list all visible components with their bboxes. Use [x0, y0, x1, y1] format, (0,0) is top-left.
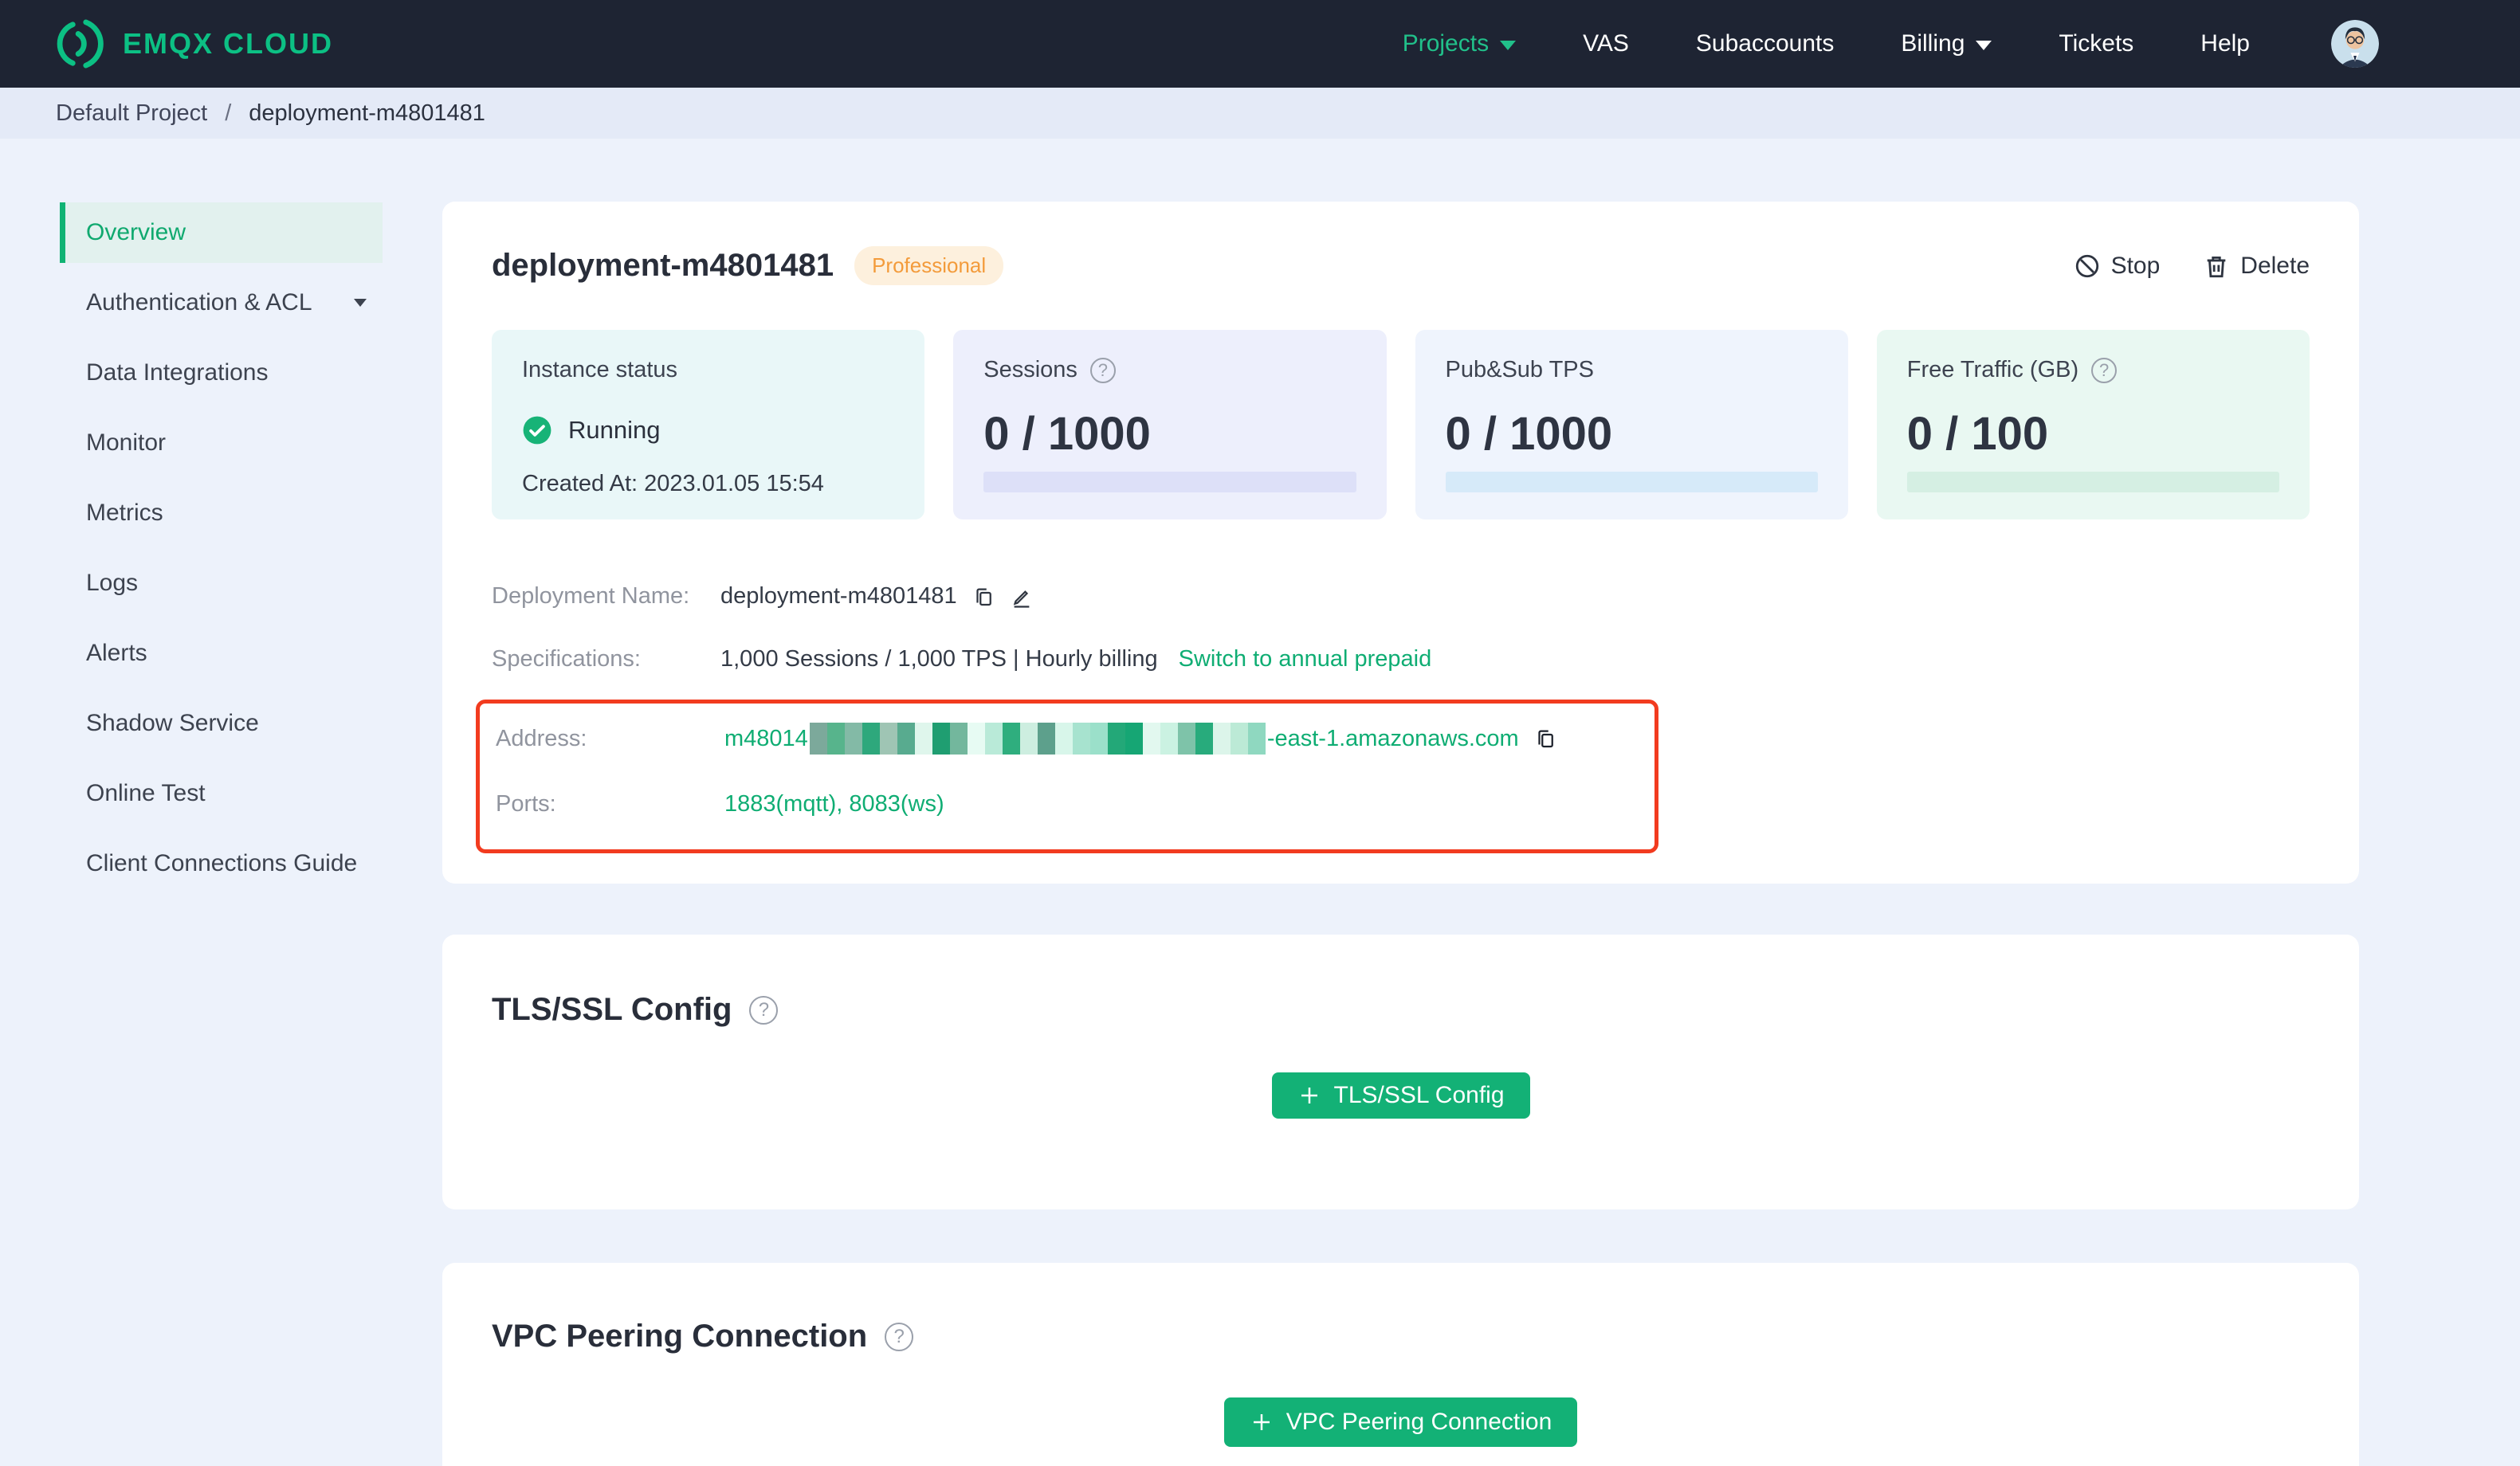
- sessions-progress-bar: [983, 472, 1356, 492]
- add-tls-ssl-config-button[interactable]: TLS/SSL Config: [1271, 1072, 1530, 1119]
- help-icon[interactable]: ?: [1089, 357, 1116, 383]
- ports-value: 1883(mqtt), 8083(ws): [724, 791, 944, 817]
- stat-label: Sessions: [983, 357, 1077, 382]
- specifications-label: Specifications:: [492, 646, 641, 672]
- nav-menu: Projects VAS Subaccounts Billing Tickets…: [1403, 20, 2379, 68]
- address-label: Address:: [496, 725, 587, 751]
- address-annotation-box: Address: m48014 -east-1.amazonaws.com Po…: [476, 700, 1658, 853]
- sessions-card: Sessions ? 0 / 1000: [953, 330, 1387, 519]
- page-title: deployment-m4801481: [492, 248, 834, 283]
- chevron-down-icon: [1976, 41, 1992, 50]
- add-vpc-peering-button[interactable]: VPC Peering Connection: [1223, 1397, 1578, 1447]
- tps-progress-bar: [1445, 472, 1818, 492]
- deployment-name-value: deployment-m4801481: [720, 583, 957, 609]
- user-avatar[interactable]: [2331, 20, 2379, 68]
- deployment-overview-card: deployment-m4801481 Professional Stop De…: [442, 202, 2359, 884]
- edit-pencil-icon: [1013, 590, 1030, 608]
- deployment-name-label: Deployment Name:: [492, 583, 690, 609]
- stop-button[interactable]: Stop: [2074, 253, 2160, 280]
- sidebar-item-metrics[interactable]: Metrics: [60, 483, 383, 543]
- sidebar-item-authentication-acl[interactable]: Authentication & ACL: [60, 272, 383, 333]
- tls-ssl-card: TLS/SSL Config ? TLS/SSL Config: [442, 935, 2359, 1209]
- address-prefix: m48014: [724, 725, 808, 751]
- help-icon[interactable]: ?: [749, 995, 779, 1025]
- copy-address-button[interactable]: [1533, 727, 1557, 751]
- check-circle-icon: [523, 416, 551, 445]
- breadcrumb-project[interactable]: Default Project: [56, 100, 207, 127]
- stop-icon: [2075, 254, 2098, 277]
- vpc-peering-card: VPC Peering Connection ? VPC Peering Con…: [442, 1263, 2359, 1466]
- breadcrumb-separator: /: [225, 100, 232, 126]
- free-traffic-card: Free Traffic (GB) ? 0 / 100: [1876, 330, 2310, 519]
- sidebar-item-shadow-service[interactable]: Shadow Service: [60, 693, 383, 754]
- nav-item-projects[interactable]: Projects: [1403, 30, 1517, 57]
- nav-item-vas[interactable]: VAS: [1583, 30, 1629, 57]
- traffic-progress-bar: [1906, 472, 2279, 492]
- stats-row: Instance status Running Created At: 2023…: [492, 330, 2310, 519]
- chevron-down-icon: [1500, 41, 1517, 50]
- stat-label: Instance status: [522, 357, 678, 382]
- sidebar-item-overview[interactable]: Overview: [60, 202, 383, 263]
- nav-item-help[interactable]: Help: [2200, 30, 2250, 57]
- logo-text: EMQX CLOUD: [123, 27, 334, 60]
- tps-value: 0 / 1000: [1445, 408, 1613, 460]
- instance-status-card: Instance status Running Created At: 2023…: [492, 330, 925, 519]
- help-icon[interactable]: ?: [2091, 357, 2118, 383]
- sidebar-item-client-connections-guide[interactable]: Client Connections Guide: [60, 833, 383, 894]
- sidebar: Overview Authentication & ACL Data Integ…: [0, 139, 442, 1466]
- sidebar-item-alerts[interactable]: Alerts: [60, 623, 383, 684]
- status-badge: Running: [568, 416, 661, 444]
- created-at: Created At: 2023.01.05 15:54: [522, 471, 824, 496]
- sessions-value: 0 / 1000: [983, 408, 1151, 460]
- edit-button[interactable]: [1010, 585, 1034, 609]
- sidebar-item-logs[interactable]: Logs: [60, 553, 383, 613]
- vpc-heading: VPC Peering Connection: [492, 1319, 868, 1354]
- nav-item-billing[interactable]: Billing: [1901, 30, 1992, 57]
- pubsub-tps-card: Pub&Sub TPS 0 / 1000: [1415, 330, 1848, 519]
- address-redaction: [809, 723, 1266, 755]
- sidebar-item-online-test[interactable]: Online Test: [60, 763, 383, 824]
- breadcrumb-current: deployment-m4801481: [249, 100, 485, 126]
- chevron-down-icon: [354, 299, 367, 307]
- stat-label: Pub&Sub TPS: [1445, 357, 1594, 382]
- copy-button[interactable]: [971, 585, 995, 609]
- copy-icon: [1538, 730, 1553, 748]
- delete-button[interactable]: Delete: [2203, 253, 2310, 280]
- help-icon[interactable]: ?: [885, 1322, 914, 1351]
- top-navbar: EMQX CLOUD Projects VAS Subaccounts Bill…: [0, 0, 2520, 88]
- sidebar-item-monitor[interactable]: Monitor: [60, 413, 383, 473]
- traffic-value: 0 / 100: [1906, 408, 2049, 460]
- emqx-logo-icon: [56, 19, 105, 69]
- nav-item-tickets[interactable]: Tickets: [2059, 30, 2133, 57]
- address-suffix: -east-1.amazonaws.com: [1266, 725, 1519, 751]
- breadcrumb: Default Project / deployment-m4801481: [0, 88, 2520, 139]
- switch-annual-prepaid-link[interactable]: Switch to annual prepaid: [1179, 646, 1432, 672]
- stat-label: Free Traffic (GB): [1906, 357, 2079, 382]
- nav-item-subaccounts[interactable]: Subaccounts: [1696, 30, 1834, 57]
- sidebar-item-data-integrations[interactable]: Data Integrations: [60, 343, 383, 403]
- copy-icon: [976, 588, 991, 606]
- specifications-value: 1,000 Sessions / 1,000 TPS | Hourly bill…: [720, 646, 1158, 672]
- plus-icon: [1301, 1088, 1317, 1103]
- plus-icon: [1253, 1414, 1270, 1430]
- trash-icon: [2207, 256, 2226, 277]
- plan-badge: Professional: [854, 246, 1004, 285]
- emqx-logo: EMQX CLOUD: [56, 19, 333, 69]
- main-content: deployment-m4801481 Professional Stop De…: [442, 139, 2359, 1466]
- tls-heading: TLS/SSL Config: [492, 992, 732, 1027]
- ports-label: Ports:: [496, 791, 556, 817]
